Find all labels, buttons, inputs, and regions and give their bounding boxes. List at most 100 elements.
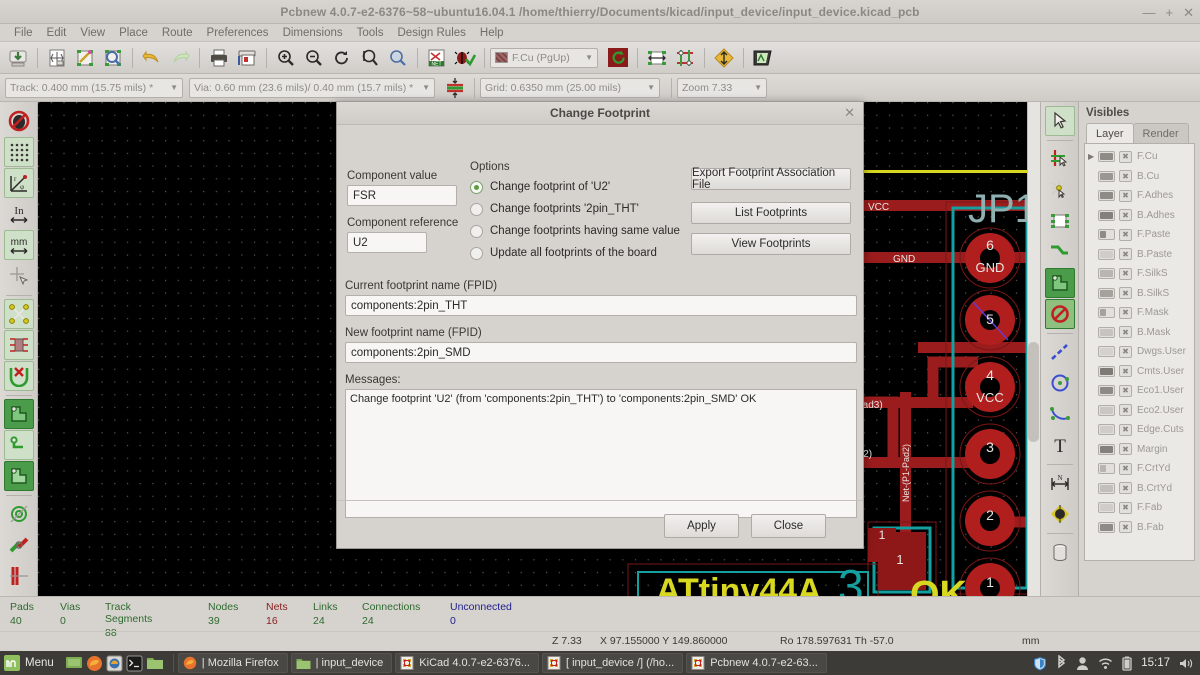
layer-color-swatch[interactable]: [1098, 404, 1115, 416]
auto-delete-track-icon[interactable]: [3, 361, 34, 391]
radio-button-2[interactable]: [470, 224, 483, 238]
add-footprint-icon[interactable]: [1045, 206, 1075, 236]
layer-visibility-checkbox[interactable]: ✖: [1119, 345, 1132, 358]
layer-row-f-silks[interactable]: ✖ F.SilkS: [1085, 264, 1194, 284]
layer-row-b-adhes[interactable]: ✖ B.Adhes: [1085, 206, 1194, 226]
zoom-fit-icon[interactable]: [357, 45, 383, 71]
drc-errors-icon[interactable]: [4, 106, 34, 136]
layer-row-edge-cuts[interactable]: ✖ Edge.Cuts: [1085, 420, 1194, 440]
layer-row-eco2-user[interactable]: ✖ Eco2.User: [1085, 401, 1194, 421]
layer-visibility-checkbox[interactable]: ✖: [1119, 384, 1132, 397]
layer-color-swatch[interactable]: [1098, 443, 1115, 455]
layer-color-swatch[interactable]: [1098, 346, 1115, 358]
option-row-2[interactable]: Change footprints having same value: [470, 220, 685, 242]
active-layer-combo[interactable]: F.Cu (PgUp) ▼: [490, 47, 598, 68]
polar-coords-icon[interactable]: rφ: [3, 168, 34, 198]
layer-color-swatch[interactable]: [1098, 268, 1115, 280]
tab-layer[interactable]: Layer: [1086, 123, 1134, 143]
layer-color-swatch[interactable]: [1098, 463, 1115, 475]
layer-row-b-fab[interactable]: ✖ B.Fab: [1085, 518, 1194, 538]
layer-row-f-mask[interactable]: ✖ F.Mask: [1085, 303, 1194, 323]
layer-color-swatch[interactable]: [1098, 521, 1115, 533]
canvas-scroll-thumb[interactable]: [1028, 342, 1039, 442]
add-zone-icon[interactable]: [1044, 268, 1075, 298]
menu-item-preferences[interactable]: Preferences: [200, 24, 276, 42]
layer-visibility-checkbox[interactable]: ✖: [1119, 482, 1132, 495]
layer-color-swatch[interactable]: [1098, 482, 1115, 494]
auto-track-width-icon[interactable]: [442, 75, 468, 101]
start-menu-button[interactable]: Menu: [0, 651, 60, 675]
delete-tool-icon[interactable]: [1045, 537, 1075, 567]
undo-icon[interactable]: [139, 45, 165, 71]
layer-row-b-mask[interactable]: ✖ B.Mask: [1085, 323, 1194, 343]
cursor-shape-icon[interactable]: [4, 261, 34, 291]
tracks-sketch-icon[interactable]: [4, 561, 34, 591]
layer-visibility-checkbox[interactable]: ✖: [1119, 326, 1132, 339]
layer-row-cmts-user[interactable]: ✖ Cmts.User: [1085, 362, 1194, 382]
layer-color-swatch[interactable]: [1098, 502, 1115, 514]
plot-icon[interactable]: [72, 45, 98, 71]
menu-item-route[interactable]: Route: [155, 24, 200, 42]
layer-visibility-checkbox[interactable]: ✖: [1119, 150, 1132, 163]
vias-sketch-icon[interactable]: [4, 530, 34, 560]
menu-item-tools[interactable]: Tools: [350, 24, 391, 42]
layer-color-swatch[interactable]: [1098, 326, 1115, 338]
add-circle-icon[interactable]: [1045, 368, 1075, 398]
radio-button-0[interactable]: [470, 180, 483, 194]
layer-visibility-checkbox[interactable]: ✖: [1119, 423, 1132, 436]
add-keepout-icon[interactable]: [1044, 299, 1075, 329]
menu-item-design-rules[interactable]: Design Rules: [391, 24, 473, 42]
layer-color-swatch[interactable]: [1098, 190, 1115, 202]
taskbar-window-0[interactable]: | Mozilla Firefox: [177, 653, 288, 673]
microwave-icon[interactable]: [750, 45, 776, 71]
layer-visibility-checkbox[interactable]: ✖: [1119, 287, 1132, 300]
menu-item-view[interactable]: View: [73, 24, 112, 42]
tab-render[interactable]: Render: [1132, 123, 1189, 143]
via-size-combo[interactable]: Via: 0.60 mm (23.6 mils)/ 0.40 mm (15.7 …: [189, 77, 435, 98]
units-mm-icon[interactable]: mm: [3, 230, 34, 260]
component-value-input[interactable]: FSR: [347, 185, 457, 206]
layer-visibility-checkbox[interactable]: ✖: [1119, 462, 1132, 475]
mode-footprint-icon[interactable]: [644, 45, 670, 71]
menu-item-edit[interactable]: Edit: [40, 24, 74, 42]
zoom-in-icon[interactable]: [273, 45, 299, 71]
save-board-icon[interactable]: [5, 45, 31, 71]
add-text-icon[interactable]: T: [1045, 430, 1075, 460]
layer-color-swatch[interactable]: [1098, 209, 1115, 221]
drc-toggle-icon[interactable]: [605, 45, 631, 71]
layer-visibility-checkbox[interactable]: ✖: [1119, 306, 1132, 319]
export-footprint-association-button[interactable]: Export Footprint Association File: [691, 167, 851, 191]
taskbar-window-3[interactable]: [ input_device /] (/ho...: [541, 653, 684, 673]
add-dimension-icon[interactable]: N: [1045, 468, 1075, 498]
module-ratsnest-icon[interactable]: [3, 330, 34, 360]
radio-button-1[interactable]: [470, 202, 483, 216]
current-fpid-input[interactable]: components:2pin_THT: [345, 295, 857, 316]
layer-visibility-checkbox[interactable]: ✖: [1119, 170, 1132, 183]
zoom-area-icon[interactable]: [385, 45, 411, 71]
maximize-button[interactable]: +: [1166, 6, 1174, 19]
layer-color-swatch[interactable]: [1098, 385, 1115, 397]
mode-track-icon[interactable]: [672, 45, 698, 71]
plot-file-icon[interactable]: [234, 45, 260, 71]
option-row-1[interactable]: Change footprints '2pin_THT': [470, 198, 685, 220]
zones-filled-icon[interactable]: [3, 399, 34, 429]
clock[interactable]: 15:17: [1141, 657, 1170, 669]
layer-visibility-checkbox[interactable]: ✖: [1119, 228, 1132, 241]
layer-row-f-adhes[interactable]: ✖ F.Adhes: [1085, 186, 1194, 206]
minimize-button[interactable]: —: [1143, 6, 1156, 19]
layer-row-f-crtyd[interactable]: ✖ F.CrtYd: [1085, 459, 1194, 479]
taskbar-window-2[interactable]: KiCad 4.0.7-e2-6376...: [395, 653, 539, 673]
layer-color-swatch[interactable]: [1098, 170, 1115, 182]
option-row-0[interactable]: Change footprint of 'U2': [470, 176, 685, 198]
mode-via-icon[interactable]: [711, 45, 737, 71]
layer-list[interactable]: ▶ ✖ F.Cu ✖ B.Cu ✖ F.Adhes ✖ B.Adhes ✖ F.Paste ✖ B.Pa…: [1084, 143, 1195, 561]
pads-sketch-icon[interactable]: [4, 499, 34, 529]
layer-color-swatch[interactable]: [1098, 229, 1115, 241]
units-inches-icon[interactable]: In: [4, 199, 34, 229]
layer-row-dwgs-user[interactable]: ✖ Dwgs.User: [1085, 342, 1194, 362]
layer-visibility-checkbox[interactable]: ✖: [1119, 501, 1132, 514]
apply-button[interactable]: Apply: [664, 514, 739, 538]
layer-visibility-checkbox[interactable]: ✖: [1119, 267, 1132, 280]
zones-unfilled-icon[interactable]: [3, 461, 34, 491]
taskbar-window-1[interactable]: | input_device: [290, 653, 393, 673]
